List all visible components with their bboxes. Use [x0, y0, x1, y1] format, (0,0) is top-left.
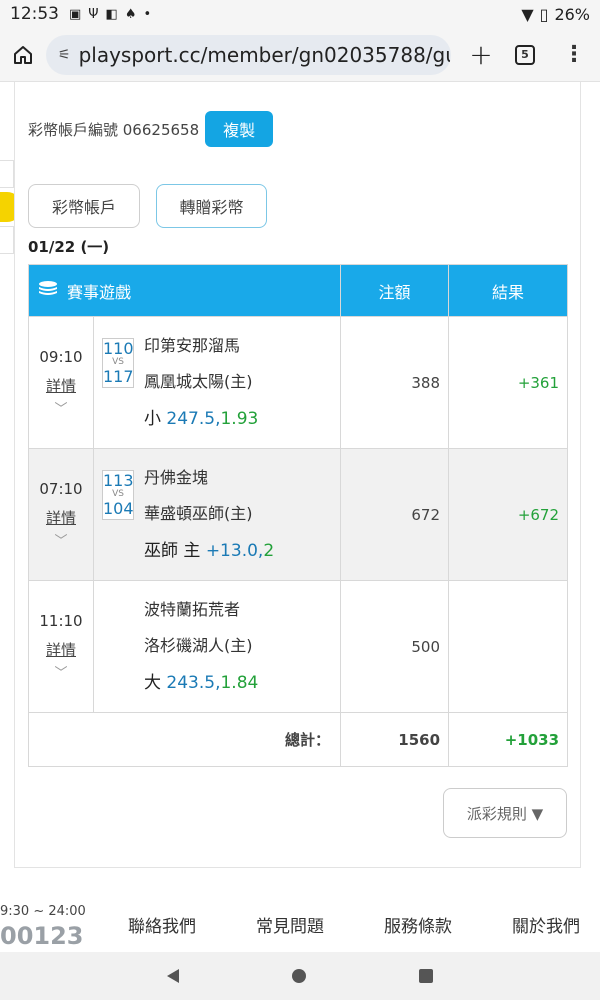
vs-label: VS: [112, 356, 124, 367]
score-away: 113: [103, 470, 134, 490]
battery-level: 26%: [554, 4, 590, 24]
header-amount: 注額: [340, 264, 450, 317]
footer-link-about[interactable]: 關於我們: [512, 912, 580, 937]
team-home: 鳳凰城太陽(主): [144, 371, 253, 391]
team-away: 印第安那溜馬: [144, 335, 241, 355]
account-number: 彩幣帳戶編號 06625658: [28, 120, 200, 139]
detail-link[interactable]: 詳情: [29, 639, 93, 660]
game-time: 07:10: [39, 480, 83, 498]
total-row: 總計： 1560 +1033: [27, 712, 569, 767]
score-home: 104: [103, 498, 134, 518]
detail-link[interactable]: 詳情: [29, 375, 93, 396]
team-away: 丹佛金塊: [144, 467, 209, 487]
site-settings-icon[interactable]: ⚟: [58, 47, 71, 63]
team-away: 波特蘭拓荒者: [144, 599, 241, 619]
bet-result: [448, 580, 569, 713]
bell-notification-icon: ♠: [124, 6, 137, 22]
side-tab[interactable]: [0, 226, 14, 254]
home-icon[interactable]: [10, 42, 36, 68]
header-result: 結果: [448, 264, 569, 317]
usb-notification-icon: Ψ: [88, 6, 99, 22]
gallery-notification-icon: ▣: [69, 6, 82, 22]
header-game: 賽事遊戲: [67, 282, 132, 302]
bet-pick: 小 247.5,1.93: [144, 408, 259, 429]
table-row: 11:10 詳情 ﹀ 波特蘭拓荒者 洛杉磯湖人(主) 大 243.5,1.84 …: [28, 580, 569, 713]
total-label: 總計：: [27, 712, 342, 767]
bet-result: +361: [448, 316, 569, 449]
more-notifications-icon: •: [143, 6, 152, 22]
team-home: 華盛頓巫師(主): [144, 503, 253, 523]
score-home: 117: [103, 366, 134, 386]
chevron-down-icon[interactable]: ﹀: [29, 398, 93, 417]
storage-notification-icon: ◧: [105, 6, 118, 22]
service-code: 00123: [0, 922, 84, 950]
tab-gift-coins[interactable]: 轉贈彩幣: [156, 184, 267, 228]
browser-menu-button[interactable]: ⋮: [563, 43, 585, 66]
tab-switcher-button[interactable]: 5: [515, 44, 535, 65]
footer-links: 聯絡我們 常見問題 服務條款 關於我們: [128, 912, 580, 937]
url-text: playsport.cc/member/gn02035788/gu: [78, 42, 451, 67]
detail-link[interactable]: 詳情: [29, 507, 93, 528]
account-row: 彩幣帳戶編號 06625658 複製: [28, 111, 274, 147]
battery-icon: ▯: [539, 4, 549, 24]
recents-icon[interactable]: [419, 969, 434, 983]
bet-table: 賽事遊戲 注額 結果 09:10 詳情 ﹀ 110 VS 117 印第安那溜馬 …: [27, 264, 569, 767]
bet-amount: 500: [340, 580, 450, 713]
score-box: 113 VS 104: [102, 469, 134, 520]
home-circle-icon[interactable]: [291, 969, 306, 983]
footer-link-contact[interactable]: 聯絡我們: [128, 912, 196, 937]
service-hours: 9:30 ~ 24:00: [0, 904, 86, 919]
footer-link-faq[interactable]: 常見問題: [256, 912, 324, 937]
wifi-icon: ▼: [521, 4, 534, 24]
tab-coin-account[interactable]: 彩幣帳戶: [28, 184, 140, 228]
back-icon[interactable]: [166, 969, 179, 983]
score-away: 110: [103, 338, 134, 358]
bet-result: +672: [448, 448, 569, 581]
system-nav-bar: [0, 952, 600, 1000]
table-row: 09:10 詳情 ﹀ 110 VS 117 印第安那溜馬 鳳凰城太陽(主) 小 …: [28, 316, 569, 449]
score-box: 110 VS 117: [102, 337, 134, 388]
chevron-down-icon[interactable]: ﹀: [29, 530, 93, 549]
payout-rules-button[interactable]: 派彩規則 ▼: [443, 788, 567, 838]
status-bar: 12:53 ▣ Ψ ◧ ♠ • ▼ ▯ 26%: [0, 0, 600, 28]
new-tab-button[interactable]: +: [467, 38, 495, 71]
coins-icon: [37, 280, 59, 302]
address-bar[interactable]: ⚟ playsport.cc/member/gn02035788/gu: [46, 34, 451, 75]
bet-pick: 大 243.5,1.84: [144, 672, 259, 693]
table-row: 07:10 詳情 ﹀ 113 VS 104 丹佛金塊 華盛頓巫師(主) 巫師 主…: [28, 448, 569, 581]
status-time: 12:53: [10, 4, 59, 24]
bet-pick: 巫師 主 +13.0,2: [144, 540, 275, 561]
total-result: +1033: [448, 712, 569, 767]
date-label: 01/22 (一): [28, 238, 110, 256]
footer-link-terms[interactable]: 服務條款: [384, 912, 452, 937]
vs-label: VS: [112, 488, 124, 499]
side-tab[interactable]: [0, 160, 14, 188]
game-time: 11:10: [39, 612, 83, 630]
table-header: 賽事遊戲 注額 結果: [27, 264, 569, 317]
copy-button[interactable]: 複製: [205, 111, 274, 147]
total-amount: 1560: [340, 712, 450, 767]
chevron-down-icon[interactable]: ﹀: [29, 662, 93, 681]
team-home: 洛杉磯湖人(主): [144, 635, 253, 655]
bet-amount: 672: [340, 448, 450, 581]
game-time: 09:10: [39, 348, 83, 366]
bet-amount: 388: [340, 316, 450, 449]
browser-toolbar: ⚟ playsport.cc/member/gn02035788/gu + 5 …: [0, 28, 600, 82]
